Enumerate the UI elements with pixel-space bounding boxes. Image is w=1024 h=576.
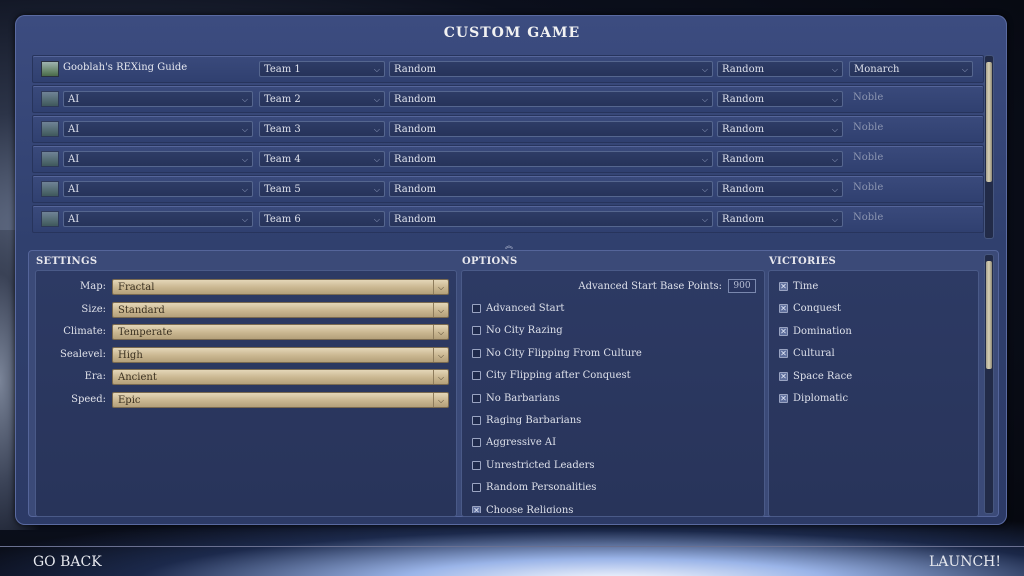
settings-scrollbar[interactable] xyxy=(984,254,994,514)
option-checkbox[interactable] xyxy=(472,393,481,403)
victory-checkbox[interactable]: ✕ xyxy=(779,304,788,314)
victory-checkbox[interactable]: ✕ xyxy=(779,394,788,403)
go-back-button[interactable]: GO BACK xyxy=(33,554,102,570)
victory-label: Cultural xyxy=(793,348,835,360)
option-label: No City Flipping From Culture xyxy=(486,347,642,359)
option-label: Aggressive AI xyxy=(486,437,557,449)
launch-button[interactable]: LAUNCH! xyxy=(929,554,1001,570)
option-checkbox[interactable] xyxy=(472,326,481,336)
settings-scroll-thumb[interactable] xyxy=(986,261,992,369)
option-checkbox[interactable]: ✕ xyxy=(472,505,481,513)
option-label: City Flipping after Conquest xyxy=(486,370,631,382)
option-label: Random Personalities xyxy=(486,482,597,494)
victory-checkbox[interactable]: ✕ xyxy=(779,326,788,336)
option-checkbox[interactable] xyxy=(472,438,481,448)
victory-checkbox[interactable]: ✕ xyxy=(779,349,788,359)
option-checkbox[interactable] xyxy=(472,416,481,425)
option-label: Advanced Start xyxy=(486,303,565,314)
option-label: No Barbarians xyxy=(486,392,560,404)
option-checkbox[interactable] xyxy=(472,460,481,470)
option-label: No City Razing xyxy=(486,325,563,337)
option-label: Raging Barbarians xyxy=(486,415,582,426)
victory-label: Diplomatic xyxy=(793,393,849,404)
option-checkbox[interactable] xyxy=(472,483,481,493)
victory-label: Conquest xyxy=(793,303,842,315)
victory-label: Space Race xyxy=(793,370,853,382)
option-checkbox[interactable] xyxy=(472,304,481,313)
victory-checkbox[interactable]: ✕ xyxy=(779,282,788,291)
option-label: Unrestricted Leaders xyxy=(486,459,595,471)
option-checkbox[interactable] xyxy=(472,348,481,358)
option-checkbox[interactable] xyxy=(472,371,481,381)
victory-label: Domination xyxy=(793,325,852,337)
victory-label: Time xyxy=(793,281,819,292)
footer-divider xyxy=(0,546,1024,547)
option-label: Choose Religions xyxy=(486,504,574,513)
victory-checkbox[interactable]: ✕ xyxy=(779,371,788,381)
